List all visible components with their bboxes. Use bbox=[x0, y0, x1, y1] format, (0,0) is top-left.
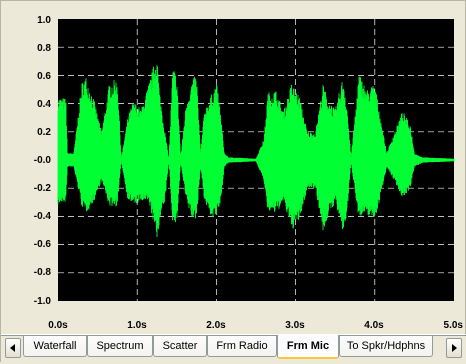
y-tick-label: 1.0 bbox=[37, 15, 51, 26]
y-axis-ticks: 1.0 0.8 0.6 0.4 0.2 -0.0 -0.2 -0.4 -0.6 … bbox=[34, 15, 52, 307]
y-tick-label: -1.0 bbox=[34, 296, 52, 307]
y-tick-label: 0.6 bbox=[37, 71, 51, 82]
y-tick-label: -0.8 bbox=[34, 267, 52, 278]
triangle-left-icon bbox=[10, 344, 15, 352]
x-tick-label: 5.0s bbox=[444, 320, 464, 331]
tab-frm-radio[interactable]: Frm Radio bbox=[207, 336, 277, 357]
tab-scroll-right-button[interactable] bbox=[446, 338, 462, 358]
y-tick-label: -0.0 bbox=[34, 155, 52, 166]
tab-label: Spectrum bbox=[96, 340, 144, 352]
y-tick-label: -0.6 bbox=[34, 239, 52, 250]
tab-scroll-left-button[interactable] bbox=[5, 338, 21, 358]
y-tick-label: -0.2 bbox=[34, 183, 52, 194]
x-tick-label: 0.0s bbox=[48, 320, 68, 331]
x-tick-label: 1.0s bbox=[127, 320, 147, 331]
waveform-plot: 1.0 0.8 0.6 0.4 0.2 -0.0 -0.2 -0.4 -0.6 … bbox=[34, 15, 464, 331]
y-tick-label: 0.4 bbox=[37, 99, 51, 110]
y-tick-label: 0.8 bbox=[37, 43, 51, 54]
x-tick-label: 4.0s bbox=[364, 320, 384, 331]
tab-frm-mic[interactable]: Frm Mic bbox=[277, 335, 339, 359]
tab-strip: Waterfall Spectrum Scatter Frm Radio Frm… bbox=[1, 334, 466, 364]
tab-label: Frm Mic bbox=[286, 340, 330, 352]
tab-spectrum[interactable]: Spectrum bbox=[87, 336, 153, 357]
x-tick-label: 2.0s bbox=[206, 320, 226, 331]
triangle-right-icon bbox=[452, 344, 457, 352]
tab-label: Frm Radio bbox=[216, 340, 268, 352]
y-tick-label: 0.2 bbox=[37, 127, 51, 138]
waveform-plot-panel: 1.0 0.8 0.6 0.4 0.2 -0.0 -0.2 -0.4 -0.6 … bbox=[1, 1, 466, 337]
tab-waterfall[interactable]: Waterfall bbox=[23, 336, 87, 357]
tab-label: Waterfall bbox=[33, 340, 77, 352]
tab-label: To Spkr/Hdphns bbox=[346, 340, 426, 352]
tab-scatter[interactable]: Scatter bbox=[153, 336, 207, 357]
app-window: 1.0 0.8 0.6 0.4 0.2 -0.0 -0.2 -0.4 -0.6 … bbox=[0, 0, 466, 364]
y-tick-label: -0.4 bbox=[34, 211, 52, 222]
x-tick-label: 3.0s bbox=[285, 320, 305, 331]
tab-label: Scatter bbox=[162, 340, 198, 352]
x-axis-ticks: 0.0s 1.0s 2.0s 3.0s 4.0s 5.0s bbox=[48, 320, 463, 331]
tab-to-spkr-hdphns[interactable]: To Spkr/Hdphns bbox=[339, 336, 433, 357]
